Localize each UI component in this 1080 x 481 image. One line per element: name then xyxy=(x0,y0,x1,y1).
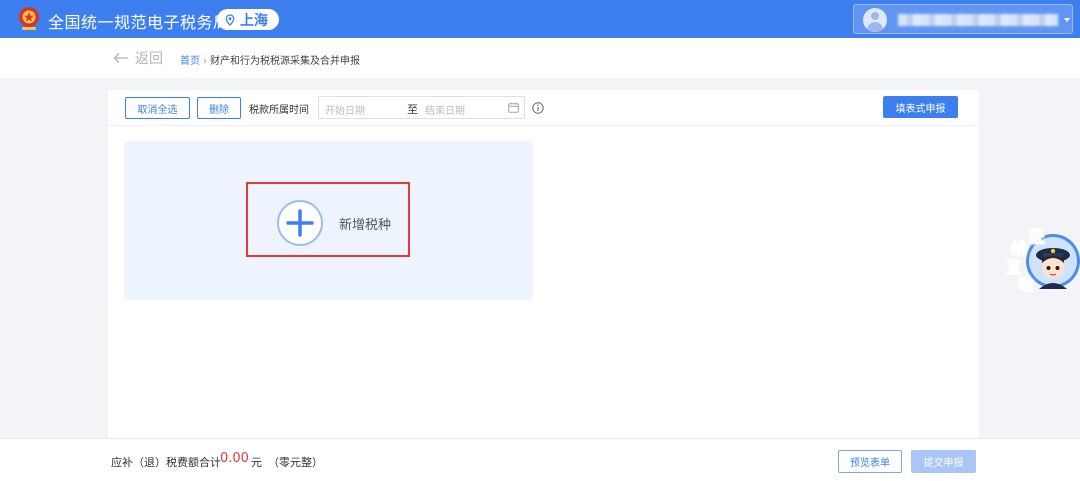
total-label: 应补（退）税费额合计 xyxy=(111,456,221,469)
add-tax-button[interactable]: 新增税种 xyxy=(246,182,410,257)
mascot-char-1: 征 xyxy=(1029,227,1046,247)
top-bar: 全国统一规范电子税务局 上海 xyxy=(0,0,1080,38)
tax-period-label: 税款所属时间 xyxy=(249,105,309,116)
breadcrumb-bar: 返回 首页 › 财产和行为税税源采集及合并申报 xyxy=(0,38,1080,78)
form-declaration-button[interactable]: 填表式申报 xyxy=(883,96,958,118)
site-title: 全国统一规范电子税务局 xyxy=(48,13,230,32)
user-name-redacted xyxy=(898,14,1058,26)
start-date-input[interactable]: 开始日期 xyxy=(325,102,365,117)
footer-bar: 应补（退）税费额合计 0.00 元 （零元整） 预览表单 提交申报 xyxy=(0,438,1080,481)
end-date-input[interactable]: 结束日期 xyxy=(425,102,465,117)
cancel-select-all-button[interactable]: 取消全选 xyxy=(125,97,190,119)
chevron-down-icon xyxy=(1064,18,1070,22)
interaction-mascot-widget[interactable]: 征 纳 互 动 xyxy=(1003,223,1080,295)
calendar-icon xyxy=(508,102,519,113)
add-tax-label: 新增税种 xyxy=(339,218,392,233)
toolbar-divider xyxy=(108,125,979,126)
back-button[interactable]: 返回 xyxy=(113,48,163,68)
preview-form-button[interactable]: 预览表单 xyxy=(838,450,902,473)
plus-circle-icon xyxy=(277,200,323,246)
delete-button[interactable]: 删除 xyxy=(197,97,241,119)
total-unit: 元 xyxy=(251,456,262,469)
total-amount-in-words: （零元整） xyxy=(268,456,323,469)
tax-period-date-range[interactable]: 开始日期 至 结束日期 xyxy=(318,96,525,119)
total-amount: 0.00 xyxy=(220,451,249,466)
add-tax-panel: 新增税种 xyxy=(124,141,533,300)
breadcrumb-current: 财产和行为税税源采集及合并申报 xyxy=(210,56,360,67)
breadcrumb-separator: › xyxy=(203,56,207,67)
breadcrumb: 首页 › 财产和行为税税源采集及合并申报 xyxy=(180,52,360,67)
breadcrumb-home-link[interactable]: 首页 xyxy=(180,56,200,67)
arrow-left-icon xyxy=(113,53,128,63)
avatar xyxy=(863,8,887,32)
region-selector[interactable]: 上海 xyxy=(217,9,279,30)
region-label: 上海 xyxy=(240,12,268,29)
tax-emblem-icon xyxy=(19,7,39,30)
user-menu[interactable] xyxy=(853,4,1073,34)
submit-declaration-button[interactable]: 提交申报 xyxy=(911,450,976,473)
info-icon[interactable] xyxy=(532,102,544,114)
back-label: 返回 xyxy=(135,51,163,67)
main-card: 取消全选 删除 税款所属时间 开始日期 至 结束日期 填表式申报 新增税种 xyxy=(108,90,979,438)
date-range-separator: 至 xyxy=(407,103,418,116)
mascot-char-4: 动 xyxy=(1018,275,1035,295)
location-pin-icon xyxy=(225,13,235,26)
